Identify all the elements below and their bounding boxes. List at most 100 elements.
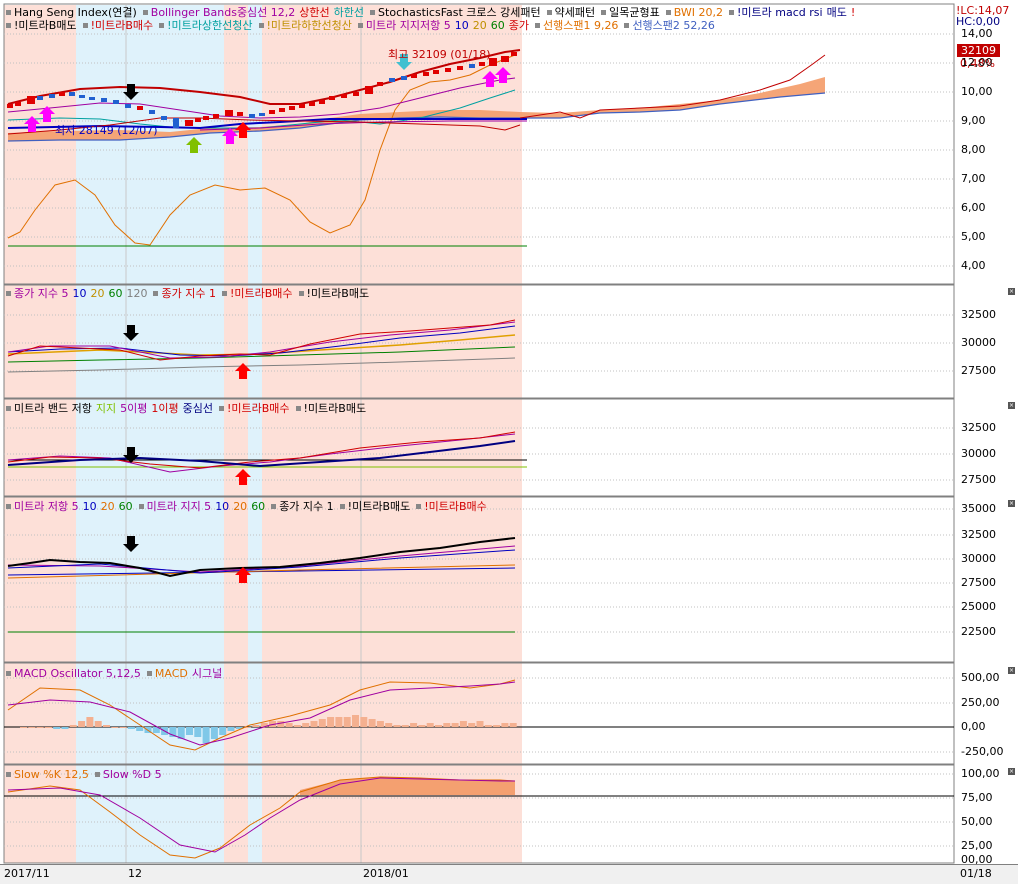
- y-tick-label: 32500: [961, 308, 996, 321]
- legend-item[interactable]: 약세패턴: [555, 6, 595, 19]
- legend-item[interactable]: 상한선: [299, 6, 329, 19]
- candle: [101, 98, 107, 102]
- legend-item[interactable]: !미트라B매도: [304, 402, 367, 415]
- candle: [377, 82, 383, 86]
- legend-item[interactable]: 10: [455, 19, 469, 32]
- legend-item[interactable]: 60: [119, 500, 133, 513]
- y-tick-label: 10,00: [961, 85, 993, 98]
- legend-item[interactable]: 1이평: [151, 402, 178, 415]
- y-tick-label: 8,00: [961, 143, 986, 156]
- legend-item[interactable]: 10: [83, 500, 97, 513]
- legend-item[interactable]: !미트라B매도: [14, 19, 77, 32]
- legend-item[interactable]: MACD: [155, 667, 188, 680]
- macd-bar: [459, 721, 467, 727]
- legend-item[interactable]: 선행스팬1 9,26: [543, 19, 618, 32]
- legend-item[interactable]: !미트라하한선청산: [267, 19, 352, 32]
- legend-item[interactable]: 시그널: [192, 667, 222, 680]
- legend-marker: [6, 291, 11, 296]
- legend-item[interactable]: 선행스팬2 52,26: [632, 19, 714, 32]
- legend-item[interactable]: Slow %K 12,5: [14, 768, 89, 781]
- legend-item[interactable]: MACD Oscillator 5,12,5: [14, 667, 141, 680]
- legend-item[interactable]: 종가 지수 1: [161, 287, 215, 300]
- candle: [161, 116, 167, 120]
- candle: [501, 56, 509, 62]
- legend-item[interactable]: !미트라B매도: [307, 287, 370, 300]
- macd-bar: [360, 717, 368, 727]
- candle: [173, 118, 179, 128]
- legend-item[interactable]: !미트라B매도: [348, 500, 411, 513]
- legend-item[interactable]: 일목균형표: [609, 6, 660, 19]
- legend-item[interactable]: !미트라상한선청산: [167, 19, 252, 32]
- candle: [79, 95, 85, 98]
- legend-item[interactable]: 매도: [827, 6, 847, 19]
- legend-item[interactable]: 종가 지수 1: [279, 500, 333, 513]
- legend-item[interactable]: 중심선: [183, 402, 213, 415]
- macd-bar: [94, 721, 102, 727]
- legend-item[interactable]: 60: [251, 500, 265, 513]
- legend-item[interactable]: 미트라 지지저항 5: [366, 19, 451, 32]
- legend-item[interactable]: 미트라 밴드 저항: [14, 402, 92, 415]
- legend-item[interactable]: 하한선: [334, 6, 364, 19]
- legend-item[interactable]: 10: [215, 500, 229, 513]
- macd-bar: [302, 723, 310, 727]
- legend-item[interactable]: 종가 지수 5: [14, 287, 68, 300]
- panel-close-button[interactable]: ×: [1008, 402, 1015, 409]
- legend-marker: [534, 23, 540, 28]
- chart-canvas[interactable]: 최고 32109 (01/18) 최저 28149 (12/07): [0, 0, 1018, 883]
- legend-item[interactable]: StochasticsFast 크로스 강세패턴: [378, 6, 541, 19]
- panel-close-button[interactable]: ×: [1008, 768, 1015, 775]
- legend-item[interactable]: !: [851, 6, 855, 19]
- legend-item[interactable]: 20: [101, 500, 115, 513]
- panel-close-button[interactable]: ×: [1008, 288, 1015, 295]
- legend-item[interactable]: 미트라 저항 5: [14, 500, 79, 513]
- legend-item[interactable]: 60: [108, 287, 122, 300]
- price-panel-legend-2: !미트라B매도 !미트라B매수 !미트라상한선청산 !미트라하한선청산 미트라 지지저항…: [4, 19, 719, 32]
- macd-bar: [401, 725, 409, 727]
- legend-item[interactable]: 종가: [509, 19, 529, 32]
- legend-item[interactable]: 20: [233, 500, 247, 513]
- macd-bar: [509, 723, 517, 727]
- macd-bar: [127, 727, 135, 729]
- candle: [279, 108, 285, 112]
- legend-item[interactable]: BWI 20,2: [674, 6, 723, 19]
- legend-item[interactable]: !미트라B매수: [91, 19, 154, 32]
- band-legend: 미트라 밴드 저항 지지 5이평 1이평 중심선 !미트라B매수 !미트라B매도: [4, 402, 370, 415]
- legend-item[interactable]: Hang Seng Index(연결): [14, 6, 137, 19]
- legend-item[interactable]: 20: [473, 19, 487, 32]
- legend-item[interactable]: 60: [491, 19, 505, 32]
- legend-marker: [624, 23, 630, 28]
- macd-bar: [352, 715, 359, 727]
- legend-marker: [357, 23, 363, 28]
- macd-bar: [418, 725, 426, 727]
- legend-marker: [546, 10, 552, 15]
- legend-marker: [370, 10, 376, 15]
- legend-marker: [416, 504, 422, 509]
- low-annotation: 최저 28149 (12/07): [55, 124, 158, 137]
- legend-item[interactable]: 120: [126, 287, 147, 300]
- high-annotation: 최고 32109 (01/18): [388, 48, 491, 61]
- legend-item[interactable]: !미트라B매수: [230, 287, 293, 300]
- legend-item[interactable]: !미트라 macd rsi: [737, 6, 823, 19]
- legend-marker: [6, 406, 11, 411]
- legend-item[interactable]: 지지: [96, 402, 116, 415]
- macd-bar: [435, 725, 442, 727]
- candle: [511, 52, 517, 56]
- candle: [411, 74, 417, 78]
- x-axis-bar: 2017/11 12 2018/01 01/18: [0, 864, 1018, 884]
- legend-item[interactable]: !미트라B매수: [424, 500, 487, 513]
- macd-bar: [202, 727, 210, 743]
- candle: [479, 62, 485, 66]
- y-tick-label: 30000: [961, 552, 996, 565]
- macd-bar: [285, 723, 293, 727]
- legend-item[interactable]: Bollinger Bands중심선 12,2: [151, 6, 296, 19]
- legend-item[interactable]: Slow %D 5: [103, 768, 162, 781]
- legend-item[interactable]: 미트라 지지 5: [147, 500, 212, 513]
- legend-item[interactable]: 10: [72, 287, 86, 300]
- legend-item[interactable]: 20: [90, 287, 104, 300]
- legend-item[interactable]: !미트라B매수: [227, 402, 290, 415]
- legend-item[interactable]: 5이평: [120, 402, 147, 415]
- legend-marker: [339, 504, 345, 509]
- legend-marker: [6, 504, 11, 509]
- panel-close-button[interactable]: ×: [1008, 667, 1015, 674]
- panel-close-button[interactable]: ×: [1008, 500, 1015, 507]
